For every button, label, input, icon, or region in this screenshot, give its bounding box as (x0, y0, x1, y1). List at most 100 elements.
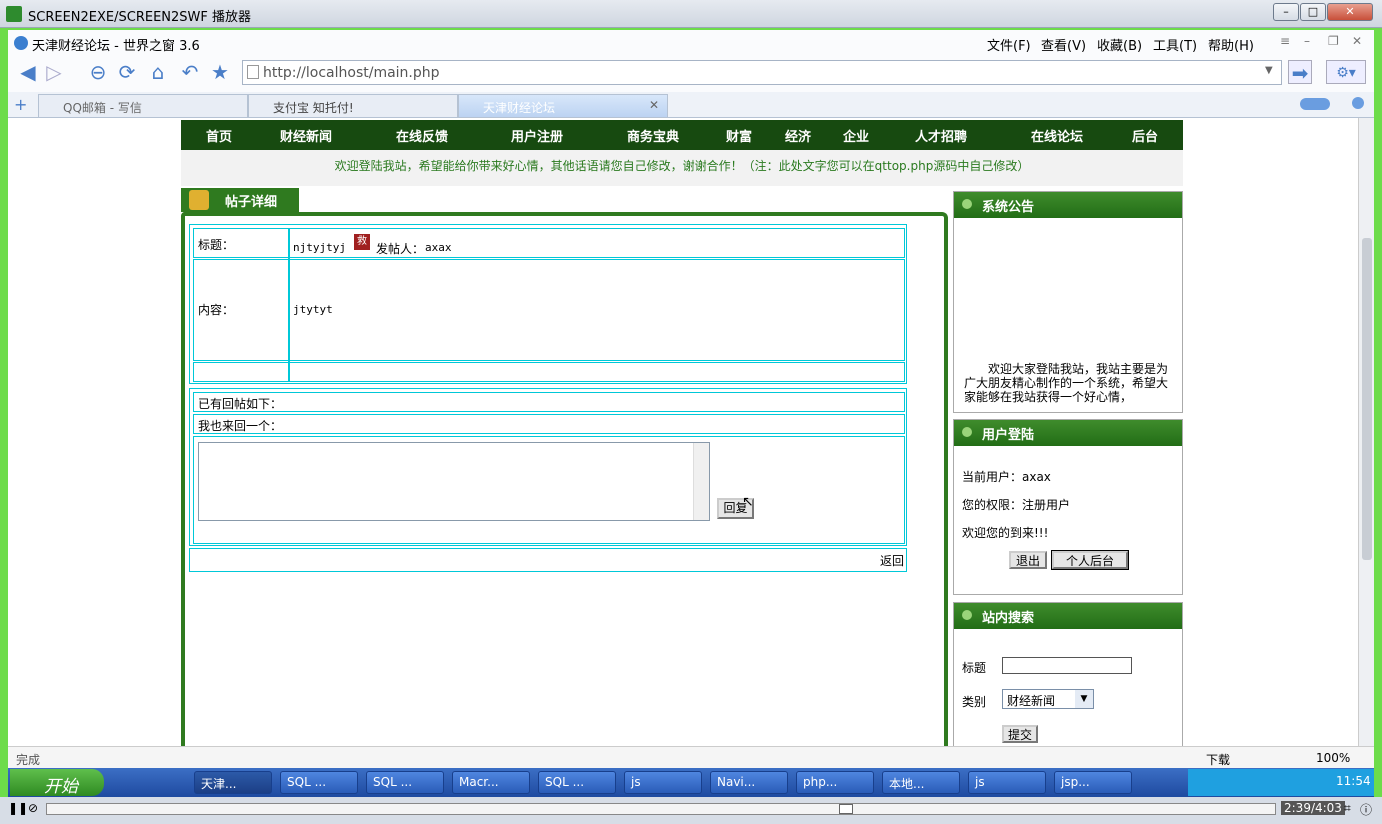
refresh-icon[interactable]: ⟳ (115, 60, 139, 84)
restore-icon[interactable]: ❐ (1328, 34, 1339, 48)
taskbar-item-php[interactable]: php... (796, 771, 874, 794)
notice-panel: 系统公告 欢迎大家登陆我站，我站主要是为广大朋友精心制作的一个系统，希望大家能够… (953, 191, 1183, 413)
nav-finance-news[interactable]: 财经新闻 (280, 126, 332, 145)
info-icon[interactable]: ⓘ (1360, 801, 1372, 818)
search-title: 站内搜索 (982, 611, 1035, 626)
start-button[interactable]: 开始 (10, 769, 104, 797)
player-title: SCREEN2EXE/SCREEN2SWF 播放器 (28, 10, 251, 25)
reply-textarea[interactable] (198, 442, 710, 521)
nav-business[interactable]: 商务宝典 (627, 126, 679, 145)
go-icon[interactable]: ➡ (1288, 60, 1312, 85)
welcome-banner: 欢迎登陆我站，希望能给你带来好心情，其他话语请您自己修改，谢谢合作！（注：此处文… (181, 150, 1183, 186)
maximize-button[interactable]: □ (1300, 3, 1326, 21)
menu-favorites[interactable]: 收藏(B) (1097, 35, 1142, 54)
taskbar-item-sql2[interactable]: SQL ... (366, 771, 444, 794)
title-value: njtyjtyj (293, 241, 346, 254)
chevron-down-icon[interactable]: ▼ (1075, 690, 1093, 708)
taskbar-item-jsp[interactable]: jsp... (1054, 771, 1132, 794)
tab-close-icon[interactable]: ✕ (649, 98, 659, 112)
scrollbar-thumb[interactable] (1362, 238, 1372, 560)
nav-jobs[interactable]: 人才招聘 (915, 126, 967, 145)
textarea-scrollbar[interactable] (693, 443, 709, 520)
taskbar-item-js1[interactable]: js (624, 771, 702, 794)
minimize-button[interactable]: – (1273, 3, 1299, 21)
nav-register[interactable]: 用户注册 (511, 126, 563, 145)
profile-button[interactable]: 个人后台 (1051, 550, 1129, 570)
minimize-icon[interactable]: – (1304, 34, 1310, 48)
login-header: 用户登陆 (954, 420, 1182, 446)
tab-menu-icon[interactable] (1352, 97, 1364, 109)
seek-bar[interactable] (46, 803, 1276, 815)
address-bar[interactable]: http://localhost/main.php ▼ (242, 60, 1282, 85)
new-tab-icon[interactable]: + (14, 95, 27, 114)
post-detail-tab: 帖子详细 (181, 188, 299, 212)
stop-icon[interactable]: ⊖ (86, 60, 110, 84)
empty-row (193, 362, 905, 382)
taskbar-item-macromedia[interactable]: Macr... (452, 771, 530, 794)
taskbar-item-js2[interactable]: js (968, 771, 1046, 794)
app-icon (6, 6, 22, 22)
menu-view[interactable]: 查看(V) (1041, 35, 1086, 54)
back-link[interactable]: 返回 (880, 552, 904, 569)
category-select[interactable]: 财经新闻 ▼ (1002, 689, 1094, 709)
taskbar-item-sql3[interactable]: SQL ... (538, 771, 616, 794)
nav-home[interactable]: 首页 (206, 126, 232, 145)
nav-forum[interactable]: 在线论坛 (1031, 126, 1083, 145)
search-submit-button[interactable]: 提交 (1002, 725, 1038, 743)
taskbar-item-navicat[interactable]: Navi... (710, 771, 788, 794)
logout-button[interactable]: 退出 (1009, 551, 1047, 569)
address-dropdown-icon[interactable]: ▼ (1265, 65, 1273, 76)
tab-qqmail[interactable]: QQ邮箱 - 写信 (38, 94, 248, 117)
menu-icon[interactable]: ≡ (1280, 34, 1290, 48)
status-bar: 完成 下载 100% (8, 746, 1374, 768)
users-icon (189, 190, 209, 210)
page-icon (247, 65, 259, 79)
current-user: 当前用户：axax (962, 470, 1051, 484)
taskbar-item-sql1[interactable]: SQL ... (280, 771, 358, 794)
address-url[interactable]: http://localhost/main.php (263, 65, 440, 81)
taskbar-item-browser[interactable]: 天津... (194, 771, 272, 794)
menu-tools[interactable]: 工具(T) (1153, 35, 1197, 54)
page-scrollbar[interactable] (1358, 118, 1374, 746)
tools-wrench-icon[interactable]: ⚙▾ (1326, 60, 1366, 84)
taskbar-item-local[interactable]: 本地... (882, 771, 960, 794)
search-panel: 站内搜索 标题 类别 财经新闻 ▼ 提交 (953, 602, 1183, 746)
tab-scroll-icon[interactable] (1300, 98, 1330, 110)
stop-icon[interactable]: ⊘ (28, 801, 38, 815)
seek-handle[interactable] (839, 804, 853, 814)
post-detail-title: 帖子详细 (225, 195, 278, 210)
welcome-back: 欢迎您的到来!!! (962, 526, 1049, 540)
search-title-input[interactable] (1002, 657, 1132, 674)
home-icon[interactable]: ⌂ (146, 60, 170, 84)
zoom-level[interactable]: 100% (1316, 751, 1350, 765)
category-selected: 财经新闻 (1007, 694, 1056, 708)
page-viewport: 首页 财经新闻 在线反馈 用户注册 商务宝典 财富 经济 企业 人才招聘 在线论… (8, 118, 1358, 746)
clock: 11:54 (1336, 774, 1371, 788)
forward-icon[interactable]: ▷ (42, 60, 66, 84)
close-button[interactable]: ✕ (1327, 3, 1373, 21)
menu-help[interactable]: 帮助(H) (1208, 35, 1254, 54)
pause-icon[interactable]: ❚❚ (8, 801, 28, 815)
nav-wealth[interactable]: 财富 (726, 126, 752, 145)
menu-file[interactable]: 文件(F) (987, 35, 1031, 54)
tab-alipay[interactable]: 支付宝 知托付! (248, 94, 458, 117)
favorite-star-icon[interactable]: ★ (208, 60, 232, 84)
tab-label: 天津财经论坛 (483, 101, 556, 115)
fullscreen-icon[interactable]: ⌗ (1344, 801, 1351, 816)
back-icon[interactable]: ◀ (16, 60, 40, 84)
author-label: 发帖人： (376, 242, 425, 256)
nav-enterprise[interactable]: 企业 (843, 126, 869, 145)
tab-bar: + QQ邮箱 - 写信 支付宝 知托付! 天津财经论坛 ✕ (8, 92, 1374, 118)
undo-close-icon[interactable]: ↶ (178, 60, 202, 84)
site-navigation: 首页 财经新闻 在线反馈 用户注册 商务宝典 财富 经济 企业 人才招聘 在线论… (181, 120, 1183, 150)
tab-forum[interactable]: 天津财经论坛 ✕ (458, 94, 668, 117)
player-controls: ❚❚ ⊘ 2:39/4:03 ⌗ ⓘ (0, 797, 1382, 824)
close-icon[interactable]: ✕ (1352, 34, 1362, 48)
nav-feedback[interactable]: 在线反馈 (396, 126, 448, 145)
download-label[interactable]: 下载 (1206, 751, 1230, 768)
notice-title: 系统公告 (982, 200, 1035, 215)
reply-prompt: 我也来回一个： (198, 419, 283, 433)
globe-icon (14, 36, 28, 50)
nav-admin[interactable]: 后台 (1132, 126, 1158, 145)
nav-economy[interactable]: 经济 (785, 126, 811, 145)
